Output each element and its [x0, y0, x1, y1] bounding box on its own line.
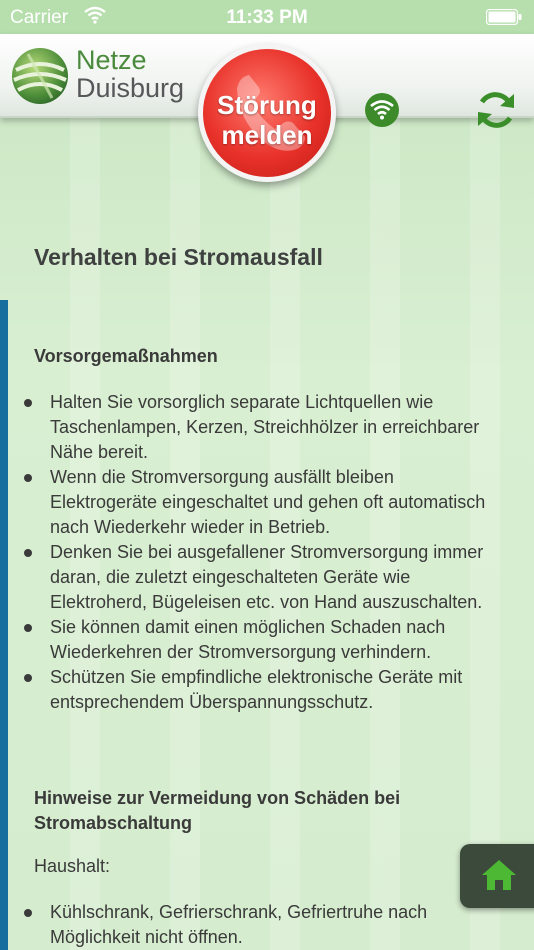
household-list: Kühlschrank, Gefrierschrank, Gefriertruh…: [24, 900, 504, 950]
list-item: Kühlschrank, Gefrierschrank, Gefriertruh…: [24, 900, 504, 950]
wifi-status-icon[interactable]: [364, 92, 400, 128]
refresh-icon[interactable]: [472, 86, 520, 134]
brand-line1: Netze: [76, 45, 147, 75]
list-item: Sie können damit einen möglichen Schaden…: [24, 615, 504, 665]
list-item: Denken Sie bei ausgefallener Stromversor…: [24, 540, 504, 615]
clock: 11:33 PM: [226, 7, 308, 28]
brand-line2: Duisburg: [76, 73, 185, 103]
logo-icon: [12, 48, 68, 104]
home-button[interactable]: [460, 844, 534, 908]
section-heading-shutdown: Hinweise zur Vermeidung von Schäden bei …: [34, 788, 401, 833]
list-item: Wenn die Stromversorgung ausfällt bleibe…: [24, 465, 504, 540]
home-icon: [482, 860, 516, 890]
report-label-line1: Störung: [217, 90, 317, 120]
status-bar: Carrier 11:33 PM: [0, 0, 534, 34]
page-title: Verhalten bei Stromausfall: [34, 244, 323, 270]
precautions-list: Halten Sie vorsorglich separate Lichtque…: [24, 390, 504, 715]
report-outage-button[interactable]: Störung melden: [198, 44, 336, 182]
list-item: Halten Sie vorsorglich separate Lichtque…: [24, 390, 504, 465]
battery-icon: [486, 9, 522, 25]
section-heading-precautions: Vorsorgemaßnahmen: [34, 346, 218, 366]
household-label: Haushalt:: [34, 856, 111, 876]
list-item: Schützen Sie empfindliche elektronische …: [24, 665, 504, 715]
scroll-indicator-bar: [0, 300, 8, 950]
report-label-line2: melden: [221, 120, 313, 150]
brand-name: Netze Duisburg: [76, 46, 184, 102]
